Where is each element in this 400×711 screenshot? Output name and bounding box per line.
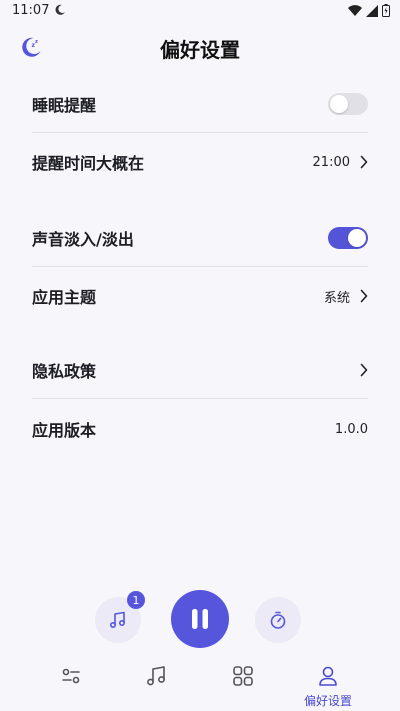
divider bbox=[32, 398, 368, 399]
sleep-reminder-row[interactable]: 睡眠提醒 bbox=[32, 75, 368, 133]
signal-icon bbox=[366, 4, 378, 17]
chevron-right-icon bbox=[360, 155, 368, 169]
person-icon bbox=[319, 666, 337, 686]
status-time: 11:07 bbox=[12, 3, 50, 18]
nav-item-preferences[interactable]: 偏好设置 bbox=[278, 656, 378, 711]
reminder-time-value-group: 21:00 bbox=[313, 155, 368, 170]
fade-toggle[interactable] bbox=[328, 227, 368, 249]
sliders-icon bbox=[62, 668, 80, 684]
theme-value: 系统 bbox=[323, 290, 350, 306]
app-header: z z 偏好设置 bbox=[0, 24, 400, 72]
reminder-time-value: 21:00 bbox=[312, 154, 350, 170]
pause-icon bbox=[192, 609, 208, 629]
bottom-nav: 偏好设置 bbox=[0, 656, 400, 711]
queue-count-badge: 1 bbox=[127, 591, 145, 609]
toggle-knob bbox=[330, 95, 348, 113]
fade-row[interactable]: 声音淡入/淡出 bbox=[32, 209, 368, 267]
wifi-icon bbox=[348, 4, 362, 16]
reminder-time-row[interactable]: 提醒时间大概在 21:00 bbox=[32, 133, 368, 191]
timer-icon bbox=[270, 611, 286, 629]
app-version-value: 1.0.0 bbox=[334, 421, 368, 437]
privacy-policy-row[interactable]: 隐私政策 bbox=[32, 341, 368, 399]
theme-value-group: 系统 bbox=[324, 287, 368, 306]
sleep-timer-button[interactable] bbox=[255, 597, 301, 643]
privacy-policy-label: 隐私政策 bbox=[32, 362, 97, 381]
pause-button[interactable] bbox=[171, 590, 229, 648]
do-not-disturb-moon-icon bbox=[55, 4, 65, 15]
page-title: 偏好设置 bbox=[160, 38, 240, 62]
grid-icon bbox=[233, 666, 253, 686]
fade-label: 声音淡入/淡出 bbox=[32, 230, 134, 249]
nav-item-music[interactable] bbox=[106, 656, 206, 711]
status-bar: 11:07 bbox=[0, 0, 400, 24]
reminder-time-label: 提醒时间大概在 bbox=[32, 154, 145, 173]
theme-label: 应用主题 bbox=[32, 288, 97, 307]
battery-icon bbox=[382, 4, 390, 17]
chevron-right-icon bbox=[360, 289, 368, 303]
playlist-button[interactable]: 1 bbox=[95, 591, 145, 643]
sleep-reminder-toggle[interactable] bbox=[328, 93, 368, 115]
nav-label-preferences: 偏好设置 bbox=[303, 694, 352, 708]
status-icons bbox=[348, 4, 390, 17]
toggle-knob bbox=[348, 229, 366, 247]
app-version-row: 应用版本 1.0.0 bbox=[32, 400, 368, 458]
app-version-label: 应用版本 bbox=[32, 421, 97, 440]
sleep-reminder-label: 睡眠提醒 bbox=[32, 96, 97, 115]
chevron-right-icon bbox=[360, 363, 368, 377]
music-note-icon bbox=[147, 666, 165, 686]
preferences-screen: 11:07 z z 偏好设置 睡眠提醒 提醒时间大概在 21:00 声音淡入/淡… bbox=[0, 0, 400, 711]
music-note-icon bbox=[109, 611, 126, 629]
theme-row[interactable]: 应用主题 系统 bbox=[32, 267, 368, 325]
privacy-chevron-group bbox=[360, 363, 368, 377]
